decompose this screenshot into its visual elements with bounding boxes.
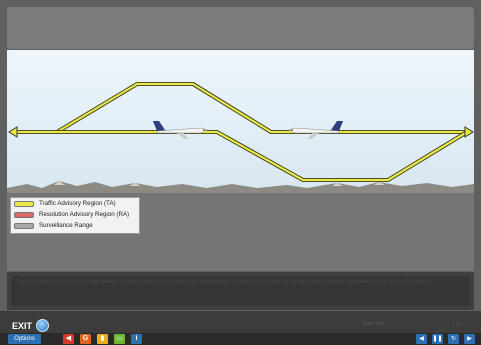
legend-item-ta: Traffic Advisory Region (TA) [11, 198, 139, 209]
exit-icon [36, 319, 50, 332]
caption-text: The main shape of the TCAS is a well-def… [11, 276, 470, 306]
audio-icon[interactable]: ◀ [63, 334, 74, 344]
mountain-range [7, 181, 474, 193]
ta-upper-line [13, 82, 467, 134]
glossary-icon[interactable]: G [80, 334, 91, 344]
title-bar [7, 7, 474, 49]
tcas-diagram [7, 82, 474, 193]
caption-panel: The main shape of the TCAS is a well-def… [7, 272, 474, 310]
player-frame: Traffic Advisory Region (TA) Resolution … [0, 0, 481, 345]
legend-item-ra: Resolution Advisory Region (RA) [11, 209, 139, 220]
chat-icon[interactable]: ▭ [114, 334, 125, 344]
next-button[interactable]: ▶ [464, 334, 475, 344]
info-icon[interactable]: i [131, 334, 142, 344]
slide-counter: 1 / 1 [452, 321, 462, 327]
legend-label: Surveillance Range [39, 222, 93, 229]
toolbar: Options ◀ G ▮ ▭ i ◀ ❚❚ ↻ ▶ [0, 333, 481, 345]
exit-label: EXIT [12, 320, 33, 331]
ra-swatch [14, 211, 34, 218]
intruder-aircraft-icon [288, 121, 343, 139]
own-aircraft-icon [153, 121, 208, 139]
exit-button[interactable]: EXIT [12, 319, 50, 332]
legend: Traffic Advisory Region (TA) Resolution … [10, 197, 140, 234]
legend-label: Traffic Advisory Region (TA) [39, 200, 116, 207]
pause-button[interactable]: ❚❚ [432, 334, 443, 344]
legend-item-surveillance: Surveillance Range [11, 220, 139, 231]
ta-swatch [14, 200, 34, 207]
previous-button[interactable]: ◀ [416, 334, 427, 344]
legend-label: Resolution Advisory Region (RA) [39, 211, 130, 218]
replay-button[interactable]: ↻ [448, 334, 459, 344]
animation-stage [7, 50, 474, 193]
slide-title: Slide Title [362, 321, 384, 327]
left-arrow-icon [8, 126, 18, 138]
surveillance-swatch [14, 222, 34, 229]
notes-icon[interactable]: ▮ [97, 334, 108, 344]
options-button[interactable]: Options [8, 334, 41, 344]
right-arrow-icon [464, 126, 474, 138]
